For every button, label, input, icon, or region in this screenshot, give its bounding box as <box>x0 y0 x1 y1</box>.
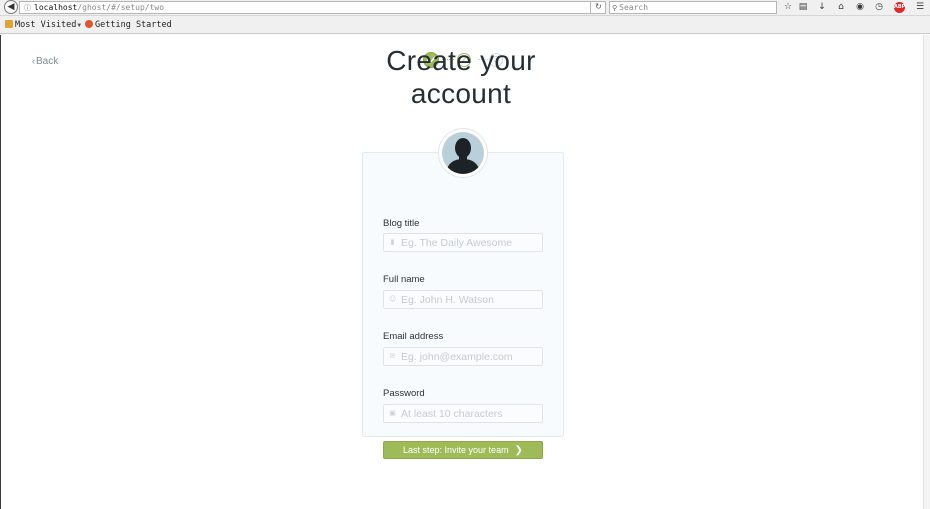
invite-team-button[interactable]: Last step: Invite your team ❯ <box>383 441 543 459</box>
lock-icon: ▣ <box>389 409 396 417</box>
blog-title-field[interactable]: ▮ <box>383 233 543 252</box>
bookmarks-toolbar: Most Visited▼ Getting Started <box>0 16 930 34</box>
page-title-line-1: Create your <box>386 45 536 76</box>
bookmark-label: Most Visited <box>15 20 77 30</box>
page-scrollbar[interactable] <box>923 35 930 509</box>
search-bar[interactable]: ⚲ Search <box>609 1 777 14</box>
page-title: Create your account <box>311 44 611 110</box>
chevron-right-icon: ❯ <box>514 445 523 456</box>
reload-icon[interactable]: ↻ <box>590 1 606 14</box>
blog-title-label: Blog title <box>383 218 420 229</box>
invite-team-label: Last step: Invite your team <box>403 445 509 455</box>
bookmark-star-icon[interactable]: ☆ <box>781 1 795 14</box>
clipboard-icon[interactable]: ▤ <box>796 1 810 14</box>
email-label: Email address <box>383 331 444 342</box>
full-name-field[interactable]: ☺ <box>383 290 543 309</box>
mail-icon: ✉ <box>389 352 396 360</box>
bookmark-most-visited[interactable]: Most Visited▼ <box>5 19 81 32</box>
search-placeholder: Search <box>619 3 649 12</box>
firefox-icon <box>85 20 93 28</box>
browser-back-icon[interactable]: ◀ <box>4 0 18 14</box>
chevron-down-icon: ▼ <box>77 22 82 29</box>
email-field[interactable]: ✉ <box>383 347 543 366</box>
back-link[interactable]: ‹Back <box>32 56 58 67</box>
menu-icon[interactable]: ☰ <box>913 1 927 14</box>
pocket-icon[interactable]: ◉ <box>853 1 867 14</box>
url-bar[interactable]: ⓘ localhost/ghost/#/setup/two <box>19 1 606 14</box>
book-icon: ▮ <box>390 238 395 246</box>
browser-toolbar: ◀ ⓘ localhost/ghost/#/setup/two ↻ ⚲ Search… <box>0 0 930 16</box>
password-field[interactable]: ▣ <box>383 404 543 423</box>
password-label: Password <box>383 388 425 399</box>
url-path: /ghost/#/setup/two <box>77 3 165 12</box>
adblock-icon[interactable]: ABP <box>894 2 905 13</box>
email-input[interactable] <box>401 348 539 365</box>
back-label: Back <box>36 56 59 67</box>
folder-icon <box>5 20 13 28</box>
avatar-upload[interactable] <box>438 128 488 178</box>
download-icon[interactable]: ↓ <box>815 1 829 14</box>
page-title-line-2: account <box>410 78 512 109</box>
search-icon: ⚲ <box>612 4 618 12</box>
bookmark-label: Getting Started <box>95 20 172 30</box>
history-icon[interactable]: ◷ <box>872 1 886 14</box>
full-name-label: Full name <box>383 274 425 285</box>
url-host: localhost <box>34 3 78 12</box>
full-name-input[interactable] <box>401 291 539 308</box>
blog-title-input[interactable] <box>401 234 539 251</box>
chevron-left-icon: ‹ <box>32 56 35 66</box>
password-input[interactable] <box>401 405 539 422</box>
bookmark-getting-started[interactable]: Getting Started <box>85 19 172 31</box>
home-icon[interactable]: ⌂ <box>834 1 848 14</box>
info-icon[interactable]: ⓘ <box>24 4 31 12</box>
user-icon: ☺ <box>389 295 397 303</box>
user-silhouette-icon <box>442 132 484 174</box>
